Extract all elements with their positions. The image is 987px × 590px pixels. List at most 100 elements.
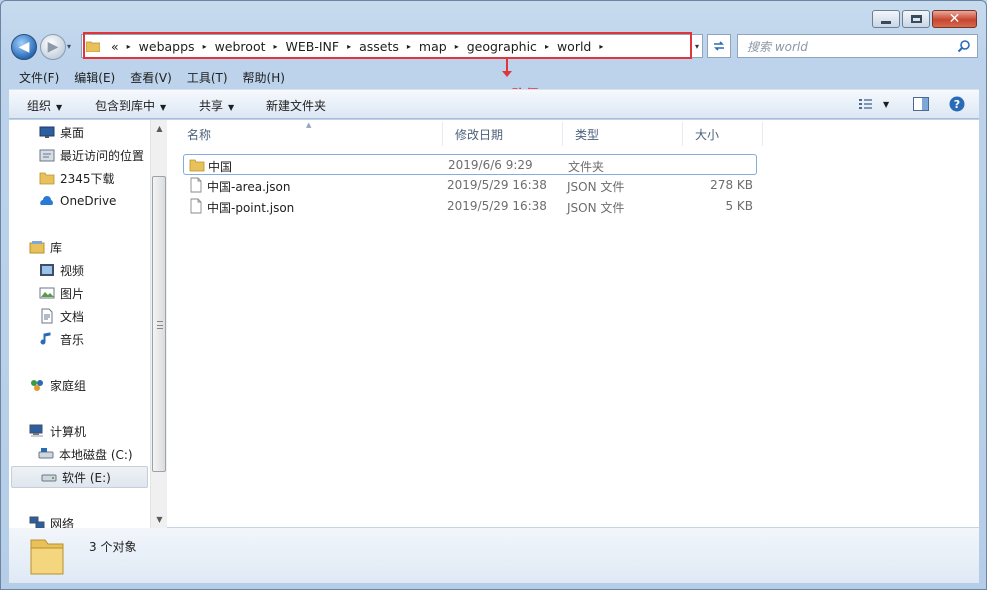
share-button[interactable]: 共享 ▼ — [199, 97, 234, 114]
recent-places-icon — [39, 147, 55, 163]
file-row[interactable]: 中国-area.json 2019/5/29 16:38 JSON 文件 278 KB — [183, 175, 757, 196]
file-list: 名称 ▲ 修改日期 类型 大小 中国 2019/6/6 9:29 文件夹 中国-are… — [175, 120, 979, 528]
nav-item-label: 家庭组 — [50, 378, 87, 393]
caption-buttons: ✕ — [872, 10, 977, 28]
file-icon — [188, 198, 204, 217]
refresh-icon — [714, 41, 724, 51]
file-name: 中国-area.json — [207, 180, 291, 194]
scrollbar-thumb[interactable] — [152, 176, 166, 472]
navigation-pane: 桌面最近访问的位置 2345下载 OneDrive 库视频图片文档音乐家庭组计算机本地… — [9, 120, 166, 531]
explorer-window: ✕ ◀ ▶ ▾ « ▸ webapps ▸ webroot ▸ WEB-INF ▸ asset… — [0, 0, 987, 590]
maximize-button[interactable] — [902, 10, 930, 28]
file-name: 中国 — [208, 160, 233, 174]
column-header-size[interactable]: 大小 — [683, 122, 763, 146]
folder-icon — [39, 170, 55, 186]
drive-icon — [41, 469, 57, 485]
column-header-name[interactable]: 名称 ▲ — [175, 121, 443, 146]
back-arrow-icon: ◀ — [18, 39, 30, 55]
nav-item[interactable]: 最近访问的位置 — [9, 144, 147, 166]
nav-item[interactable]: 桌面 — [9, 121, 147, 143]
svg-text:?: ? — [954, 98, 960, 111]
nav-item[interactable]: 家庭组 — [9, 374, 147, 396]
nav-item[interactable]: 2345下载 — [9, 167, 147, 189]
file-name: 中国-point.json — [207, 201, 295, 215]
file-type: JSON 文件 — [567, 180, 625, 194]
menu-item[interactable]: 帮助(H) — [233, 69, 290, 86]
organize-button[interactable]: 组织 ▼ — [27, 97, 62, 114]
folder-icon — [189, 157, 205, 176]
chevron-down-icon: ▼ — [228, 103, 235, 112]
address-dropdown-icon[interactable]: ▾ — [695, 42, 699, 51]
document-icon — [39, 308, 55, 324]
details-pane: 3 个对象 — [9, 528, 979, 583]
homegroup-icon — [29, 377, 45, 393]
maximize-icon — [910, 15, 922, 23]
nav-item[interactable]: 图片 — [9, 282, 147, 304]
file-size: 278 KB — [710, 178, 753, 192]
scroll-up-icon[interactable]: ▲ — [151, 120, 168, 137]
onedrive-icon — [39, 193, 55, 209]
nav-item[interactable]: 库 — [9, 236, 147, 258]
nav-item-label: 最近访问的位置 — [60, 148, 145, 163]
menu-item[interactable]: 工具(T) — [177, 69, 233, 86]
nav-item[interactable]: 音乐 — [9, 328, 147, 350]
main-pane: 桌面最近访问的位置 2345下载 OneDrive 库视频图片文档音乐家庭组计算机本地… — [9, 120, 979, 531]
help-icon[interactable]: ? — [949, 96, 965, 112]
scroll-down-icon[interactable]: ▼ — [151, 511, 168, 528]
music-icon — [39, 331, 55, 347]
navigation-scrollbar[interactable]: ▲ ▼ — [150, 120, 167, 528]
menu-item[interactable]: 查看(V) — [120, 69, 177, 86]
file-modified: 2019/5/29 16:38 — [447, 178, 547, 192]
menu-item[interactable]: 编辑(E) — [64, 69, 120, 86]
column-header-modified[interactable]: 修改日期 — [443, 122, 563, 146]
nav-item-label: 音乐 — [60, 332, 85, 347]
preview-pane-icon[interactable] — [913, 97, 929, 111]
menu-bar: 文件(F) 编辑(E) 查看(V) 工具(T) 帮助(H) — [9, 67, 290, 87]
sort-ascending-icon: ▲ — [306, 121, 312, 129]
nav-item[interactable]: 文档 — [9, 305, 147, 327]
annotation-arrow-head — [502, 71, 512, 77]
command-bar: 组织 ▼ 包含到库中 ▼ 共享 ▼ 新建文件夹 ▼ ? — [9, 89, 979, 119]
file-type: JSON 文件 — [567, 201, 625, 215]
file-row[interactable]: 中国-point.json 2019/5/29 16:38 JSON 文件 5 KB — [183, 196, 757, 217]
column-header-type[interactable]: 类型 — [563, 122, 683, 146]
search-icon[interactable] — [957, 39, 971, 53]
nav-item-label: 图片 — [60, 286, 85, 301]
video-icon — [39, 262, 55, 278]
nav-item[interactable]: 本地磁盘 (C:) — [9, 443, 147, 465]
search-input[interactable]: 搜索 world — [737, 34, 978, 58]
nav-item[interactable]: 计算机 — [9, 420, 147, 442]
back-button[interactable]: ◀ — [11, 34, 37, 60]
close-button[interactable]: ✕ — [932, 10, 977, 28]
refresh-button[interactable] — [707, 34, 731, 58]
minimize-button[interactable] — [872, 10, 900, 28]
forward-button[interactable]: ▶ — [40, 34, 66, 60]
status-text: 3 个对象 — [89, 540, 137, 554]
menu-item[interactable]: 文件(F) — [9, 69, 64, 86]
new-folder-button[interactable]: 新建文件夹 — [266, 97, 326, 114]
nav-item-label: OneDrive — [60, 194, 117, 208]
view-options-icon[interactable] — [858, 97, 874, 111]
view-dropdown-icon[interactable]: ▼ — [883, 100, 889, 109]
nav-item-label: 桌面 — [60, 125, 85, 140]
library-icon — [29, 239, 45, 255]
computer-icon — [29, 423, 45, 439]
file-type: 文件夹 — [568, 160, 605, 174]
nav-item[interactable]: OneDrive — [9, 190, 147, 212]
nav-item-label: 库 — [50, 240, 63, 255]
nav-item-label: 2345下载 — [60, 171, 115, 186]
search-placeholder: 搜索 world — [747, 39, 808, 54]
nav-item-label: 本地磁盘 (C:) — [59, 447, 133, 462]
recent-pages-button[interactable]: ▾ — [67, 42, 77, 52]
nav-item-label: 计算机 — [50, 424, 87, 439]
close-icon: ✕ — [948, 11, 961, 27]
nav-item[interactable]: 视频 — [9, 259, 147, 281]
include-in-library-button[interactable]: 包含到库中 ▼ — [95, 97, 166, 114]
file-row[interactable]: 中国 2019/6/6 9:29 文件夹 — [183, 154, 757, 175]
file-modified: 2019/5/29 16:38 — [447, 199, 547, 213]
forward-arrow-icon: ▶ — [47, 39, 59, 55]
nav-item[interactable]: 软件 (E:) — [11, 466, 148, 488]
desktop-icon — [39, 124, 55, 140]
nav-item-label: 软件 (E:) — [62, 470, 111, 485]
picture-icon — [39, 285, 55, 301]
